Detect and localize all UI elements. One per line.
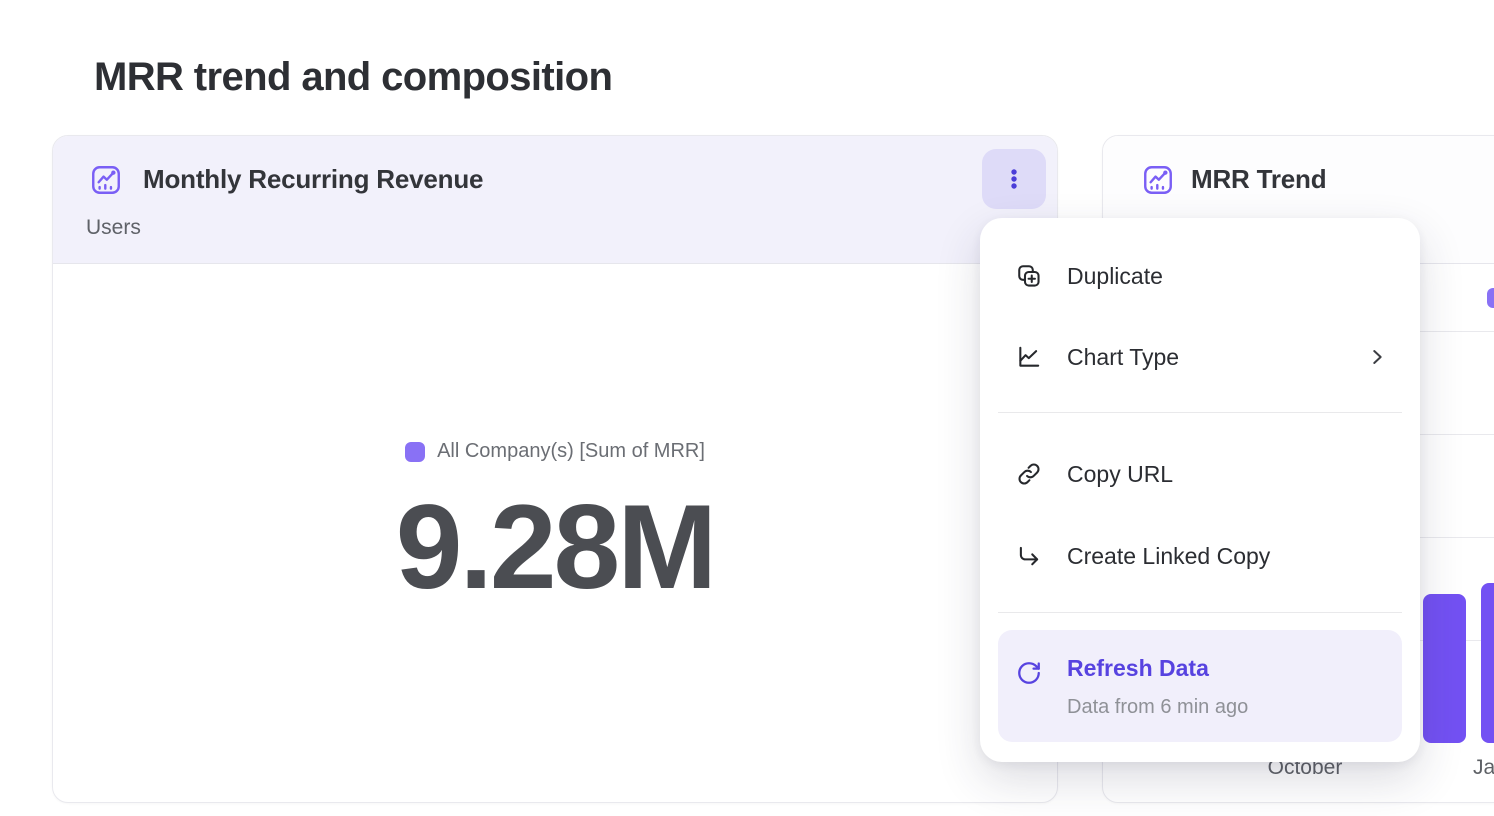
menu-item-label: Copy URL: [1067, 461, 1173, 488]
legend-swatch: [405, 442, 425, 462]
chart-line-icon: [1016, 344, 1042, 370]
corner-down-right-icon: [1016, 543, 1042, 569]
kpi-legend: All Company(s) [Sum of MRR]: [53, 440, 1057, 463]
context-menu: Duplicate Chart Type: [980, 218, 1420, 762]
dashboard-page: MRR trend and composition Monthly Recurr…: [0, 0, 1494, 816]
chart-bar: [1423, 594, 1466, 743]
kebab-menu-button[interactable]: [982, 149, 1046, 209]
chart-icon: [89, 163, 123, 197]
menu-item-copy-url[interactable]: Copy URL: [1016, 452, 1173, 496]
menu-item-duplicate[interactable]: Duplicate: [1016, 254, 1163, 298]
menu-item-refresh-data[interactable]: Refresh Data Data from 6 min ago: [998, 630, 1402, 742]
kpi-value: 9.28M: [53, 480, 1057, 614]
legend-label: All Company(s) [Sum of MRR]: [437, 440, 705, 463]
menu-divider: [998, 612, 1402, 613]
card-title: Monthly Recurring Revenue: [143, 164, 483, 195]
chevron-right-icon: [1366, 346, 1388, 368]
chart-bar: [1481, 583, 1494, 743]
refresh-icon: [1016, 660, 1042, 686]
kebab-icon: [1001, 166, 1027, 192]
copy-plus-icon: [1016, 263, 1042, 289]
card-title: MRR Trend: [1191, 164, 1326, 195]
refresh-sublabel: Data from 6 min ago: [1067, 696, 1248, 719]
menu-item-label: Chart Type: [1067, 344, 1179, 371]
chart-icon: [1141, 163, 1175, 197]
mrr-composition-card-header: Monthly Recurring Revenue Users: [53, 136, 1057, 264]
page-title: MRR trend and composition: [94, 55, 612, 100]
mrr-composition-card: Monthly Recurring Revenue Users All Comp…: [52, 135, 1058, 803]
menu-item-create-linked-copy[interactable]: Create Linked Copy: [1016, 534, 1270, 578]
x-axis-label-january: Ja: [1473, 756, 1494, 780]
card-subtitle: Users: [86, 216, 141, 240]
refresh-label: Refresh Data: [1067, 655, 1209, 682]
trend-legend-swatch: [1487, 288, 1494, 308]
menu-item-label: Duplicate: [1067, 263, 1163, 290]
menu-item-chart-type[interactable]: Chart Type: [1016, 335, 1179, 379]
menu-divider: [998, 412, 1402, 413]
link-icon: [1016, 461, 1042, 487]
menu-item-label: Create Linked Copy: [1067, 543, 1270, 570]
